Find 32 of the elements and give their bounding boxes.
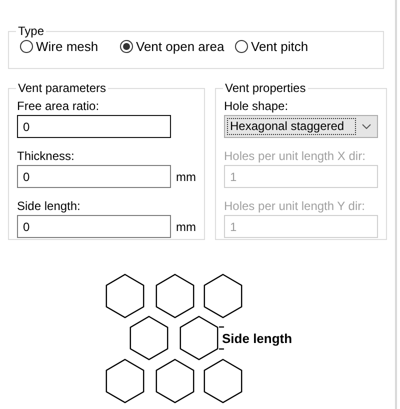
- hole-shape-dropdown[interactable]: Hexagonal staggered: [224, 115, 378, 138]
- hexagon: [204, 358, 242, 404]
- field-label: Side length:: [17, 198, 82, 215]
- group-title: Vent parameters: [17, 81, 108, 95]
- dimension-marker: [219, 326, 224, 350]
- radio-button[interactable]: [20, 40, 33, 53]
- field-label: Holes per unit length Y dir:: [224, 198, 366, 215]
- hexagon: [106, 358, 144, 404]
- hexagon: [180, 316, 218, 360]
- field-label: Free area ratio:: [17, 98, 100, 115]
- unit-label: mm: [176, 220, 196, 234]
- side-length-label: Side length: [222, 331, 292, 346]
- field-label: Hole shape:: [224, 98, 290, 115]
- unit-label: mm: [176, 170, 196, 184]
- hexagon: [204, 274, 242, 318]
- hexagon: [106, 274, 144, 318]
- input-field[interactable]: 0: [17, 165, 171, 188]
- field-label: Thickness:: [17, 148, 76, 165]
- radio-label[interactable]: Vent open area: [136, 39, 224, 54]
- input-field[interactable]: 0: [17, 215, 171, 238]
- radio-button[interactable]: [120, 40, 133, 53]
- radio-button[interactable]: [235, 40, 248, 53]
- hexagon: [156, 358, 194, 404]
- group-title: Vent properties: [224, 81, 307, 95]
- radio-label[interactable]: Vent pitch: [251, 39, 308, 54]
- radio-label[interactable]: Wire mesh: [36, 39, 98, 54]
- chevron-down-icon: [362, 124, 371, 129]
- hexagon: [130, 316, 168, 360]
- input-field[interactable]: 0: [17, 115, 171, 138]
- field-label: Holes per unit length X dir:: [224, 148, 366, 165]
- hexagon: [156, 274, 194, 318]
- group-title: Type: [17, 24, 46, 38]
